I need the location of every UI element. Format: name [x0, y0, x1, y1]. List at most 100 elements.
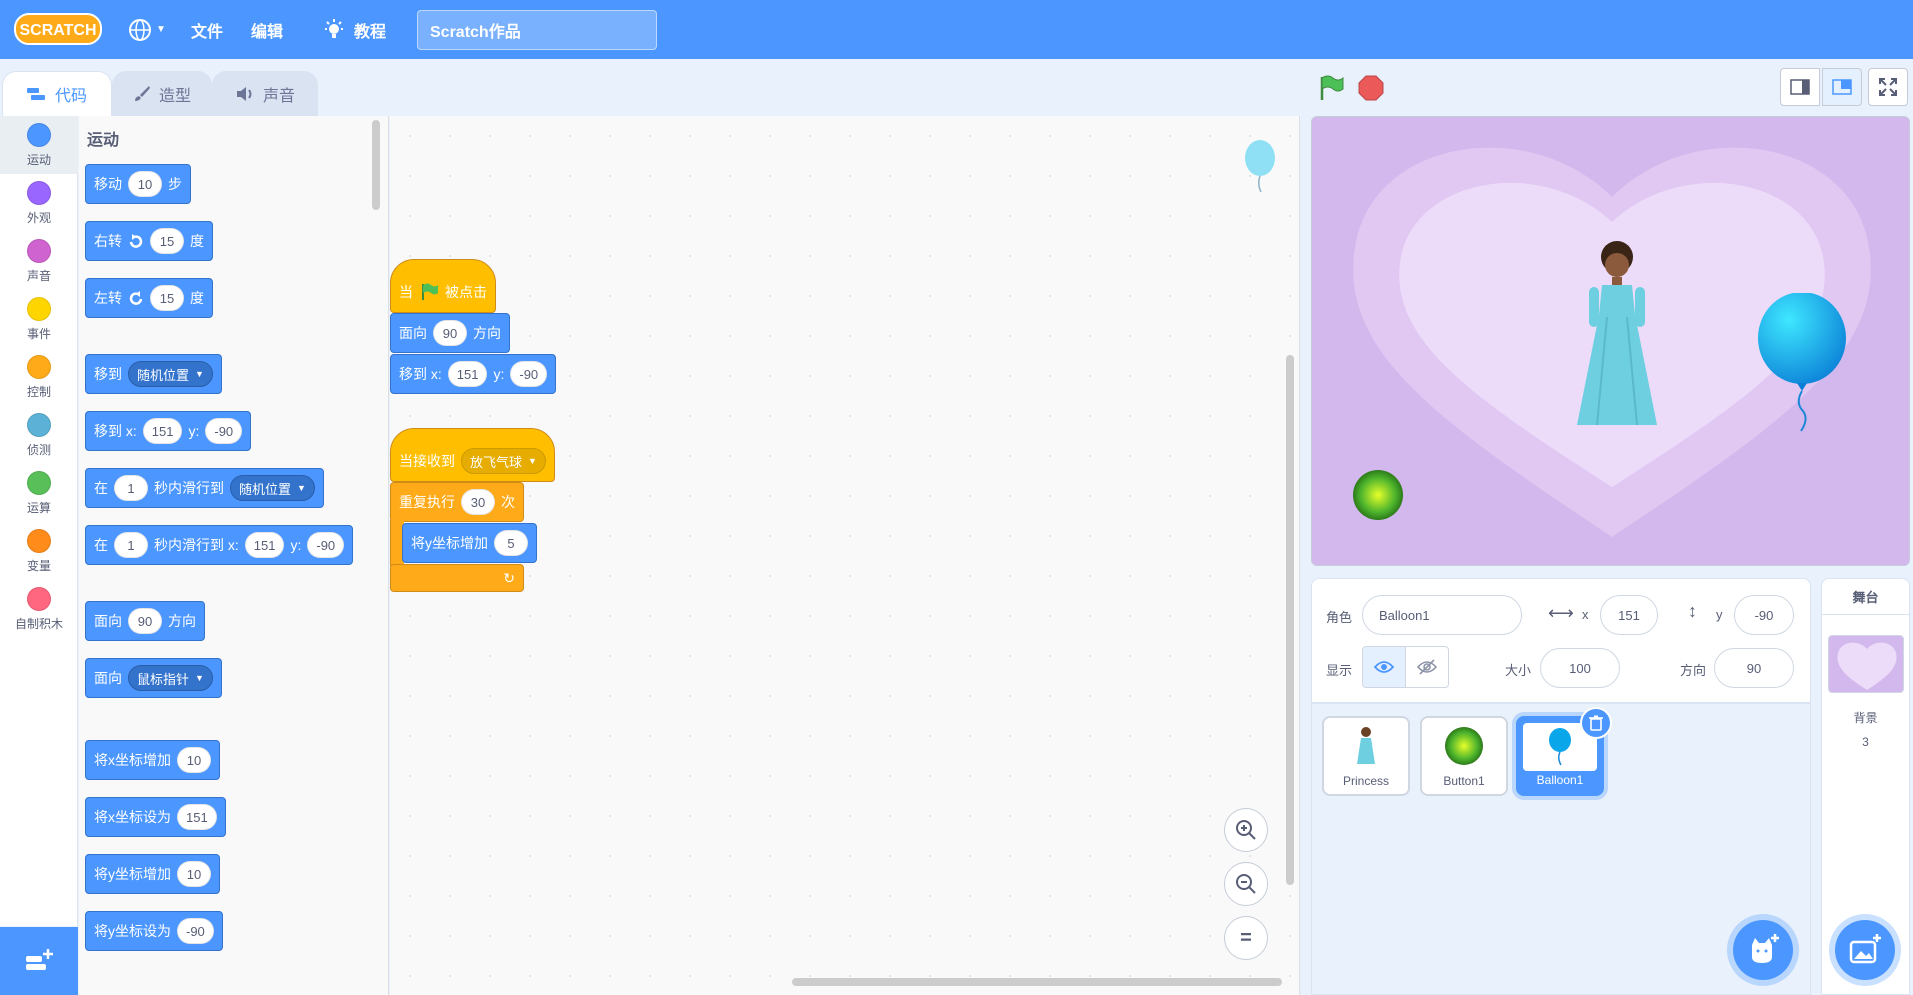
tab-costumes[interactable]: 造型: [112, 71, 212, 116]
stop-button[interactable]: [1357, 74, 1385, 102]
show-label: 显示: [1326, 663, 1353, 678]
zoom-in-button[interactable]: [1224, 808, 1268, 852]
hide-sprite-button[interactable]: [1405, 646, 1449, 688]
category-operators[interactable]: 运算: [0, 464, 78, 522]
degrees-input[interactable]: 15: [150, 228, 184, 254]
choose-backdrop-button[interactable]: [1835, 920, 1895, 980]
tab-code[interactable]: 代码: [2, 71, 112, 116]
block-text: y:: [290, 537, 302, 553]
category-control[interactable]: 控制: [0, 348, 78, 406]
y-input[interactable]: -90: [177, 918, 214, 944]
add-extension-button[interactable]: [0, 927, 78, 995]
degrees-input[interactable]: 15: [150, 285, 184, 311]
show-sprite-button[interactable]: [1362, 646, 1406, 688]
towards-dropdown[interactable]: 鼠标指针 ▼: [128, 665, 213, 691]
block-change-y[interactable]: 将y坐标增加 10: [85, 854, 220, 894]
block-turn-right[interactable]: 右转 15 度: [85, 221, 213, 261]
dx-input[interactable]: 10: [177, 747, 211, 773]
tutorials-menu[interactable]: 教程: [322, 0, 386, 59]
block-point-direction[interactable]: 面向 90 方向: [85, 601, 205, 641]
script-when-flag-clicked[interactable]: 当 被点击: [390, 259, 496, 313]
block-text: 被点击: [445, 284, 487, 300]
project-title-input[interactable]: Scratch作品: [417, 10, 657, 50]
block-text: 移到 x:: [399, 366, 442, 382]
direction-input[interactable]: 90: [433, 320, 467, 346]
sprite-name-input[interactable]: Balloon1: [1362, 595, 1522, 635]
block-set-x[interactable]: 将x坐标设为 151: [85, 797, 226, 837]
script-goto-xy[interactable]: 移到 x: 151 y: -90: [390, 354, 557, 394]
delete-sprite-button[interactable]: [1580, 707, 1612, 739]
category-events[interactable]: 事件: [0, 290, 78, 348]
y-position-input[interactable]: -90: [1734, 595, 1794, 635]
steps-input[interactable]: 10: [128, 171, 162, 197]
direction-input[interactable]: 90: [1714, 648, 1794, 688]
dy-input[interactable]: 5: [494, 530, 528, 556]
x-input[interactable]: 151: [244, 532, 285, 558]
category-looks[interactable]: 外观: [0, 174, 78, 232]
block-goto[interactable]: 移到 随机位置 ▼: [85, 354, 222, 394]
x-input[interactable]: 151: [177, 804, 217, 830]
script-when-receive[interactable]: 当接收到 放飞气球 ▼: [390, 428, 555, 482]
edit-menu[interactable]: 编辑: [251, 0, 283, 59]
block-text: 度: [190, 290, 204, 306]
block-text: 将y坐标增加: [94, 866, 171, 882]
palette-scrollbar[interactable]: [372, 120, 380, 210]
category-my-blocks[interactable]: 自制积木: [0, 580, 78, 638]
y-input[interactable]: -90: [510, 361, 548, 387]
small-stage-button[interactable]: [1780, 68, 1820, 106]
sprite-tile-princess[interactable]: Princess: [1322, 716, 1410, 796]
block-move-steps[interactable]: 移动 10 步: [85, 164, 191, 204]
x-position-input[interactable]: 151: [1600, 595, 1658, 635]
repeat-count-input[interactable]: 30: [461, 489, 495, 515]
block-text: 方向: [473, 325, 501, 341]
goto-target-dropdown[interactable]: 随机位置 ▼: [128, 361, 213, 387]
block-set-y[interactable]: 将y坐标设为 -90: [85, 911, 223, 951]
caret-down-icon: ▼: [195, 673, 204, 683]
sprite-tile-button1[interactable]: Button1: [1420, 716, 1508, 796]
block-text: 面向: [94, 613, 122, 629]
language-menu[interactable]: ▼: [128, 0, 166, 59]
workspace-vertical-scrollbar[interactable]: [1286, 355, 1294, 885]
zoom-out-button[interactable]: [1224, 862, 1268, 906]
tab-sounds[interactable]: 声音: [212, 71, 318, 116]
y-input[interactable]: -90: [307, 532, 345, 558]
script-change-y[interactable]: 将y坐标增加 5: [402, 523, 537, 563]
seconds-input[interactable]: 1: [114, 532, 148, 558]
direction-input[interactable]: 90: [128, 608, 162, 634]
category-variables[interactable]: 变量: [0, 522, 78, 580]
block-glide[interactable]: 在 1 秒内滑行到 随机位置 ▼: [85, 468, 324, 508]
x-input[interactable]: 151: [142, 418, 183, 444]
stage-canvas[interactable]: [1311, 116, 1910, 566]
category-sensing[interactable]: 侦测: [0, 406, 78, 464]
brush-icon: [134, 86, 150, 101]
message-dropdown[interactable]: 放飞气球 ▼: [461, 448, 546, 474]
zoom-reset-button[interactable]: =: [1224, 916, 1268, 960]
script-point-direction[interactable]: 面向 90 方向: [390, 313, 510, 353]
caret-down-icon: ▼: [195, 369, 204, 379]
add-sprite-button[interactable]: [1733, 920, 1793, 980]
script-repeat[interactable]: 重复执行 30 次: [390, 482, 524, 522]
dropdown-value: 放飞气球: [470, 454, 523, 470]
glide-target-dropdown[interactable]: 随机位置 ▼: [230, 475, 315, 501]
y-input[interactable]: -90: [205, 418, 243, 444]
fullscreen-button[interactable]: [1868, 68, 1908, 106]
category-motion[interactable]: 运动: [0, 116, 78, 174]
x-input[interactable]: 151: [447, 361, 488, 387]
block-change-x[interactable]: 将x坐标增加 10: [85, 740, 220, 780]
block-point-towards[interactable]: 面向 鼠标指针 ▼: [85, 658, 222, 698]
size-input[interactable]: 100: [1540, 648, 1620, 688]
globe-icon: [129, 18, 151, 41]
block-turn-left[interactable]: 左转 15 度: [85, 278, 213, 318]
category-sound[interactable]: 声音: [0, 232, 78, 290]
normal-stage-button[interactable]: [1822, 68, 1862, 106]
princess-thumbnail-icon: [1357, 727, 1375, 764]
workspace-horizontal-scrollbar[interactable]: [792, 978, 1282, 986]
category-dot: [27, 180, 51, 205]
file-menu[interactable]: 文件: [191, 0, 223, 59]
green-flag-button[interactable]: [1317, 74, 1345, 102]
scratch-logo[interactable]: SCRATCH: [14, 12, 102, 46]
dy-input[interactable]: 10: [177, 861, 211, 887]
block-glide-xy[interactable]: 在 1 秒内滑行到 x: 151 y: -90: [85, 525, 354, 565]
block-goto-xy[interactable]: 移到 x: 151 y: -90: [85, 411, 252, 451]
seconds-input[interactable]: 1: [114, 475, 148, 501]
